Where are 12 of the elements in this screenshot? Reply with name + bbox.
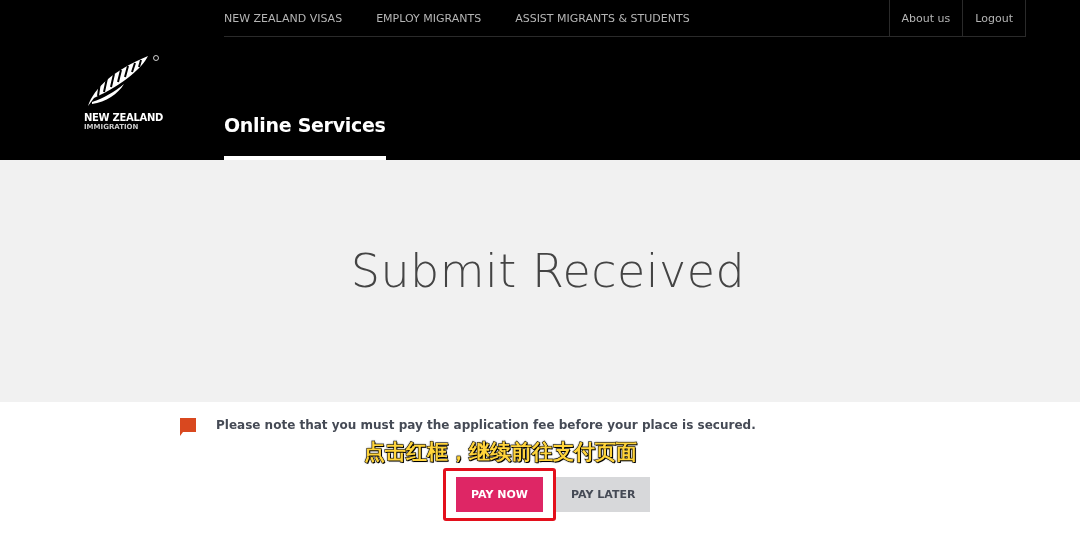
- header-link[interactable]: Logout: [962, 0, 1025, 36]
- nav-link[interactable]: EMPLOY MIGRANTS: [376, 11, 482, 25]
- pay-button[interactable]: PAY LATER: [556, 477, 651, 512]
- nav-link[interactable]: NEW ZEALAND VISAS: [224, 11, 343, 25]
- notice-text: Please note that you must pay the application fee before your place is secured.: [216, 418, 756, 432]
- nav-link[interactable]: ASSIST MIGRANTS & STUDENTS: [515, 11, 690, 25]
- pay-button[interactable]: PAY NOW: [456, 477, 543, 512]
- flag-icon: [180, 418, 196, 436]
- page-heading: Submit Received: [350, 244, 746, 298]
- logo-name: NEW ZEALAND: [84, 112, 163, 123]
- caption-text: 点击红框，继续前往支付页面: [363, 439, 637, 466]
- header-link[interactable]: About us: [888, 0, 963, 36]
